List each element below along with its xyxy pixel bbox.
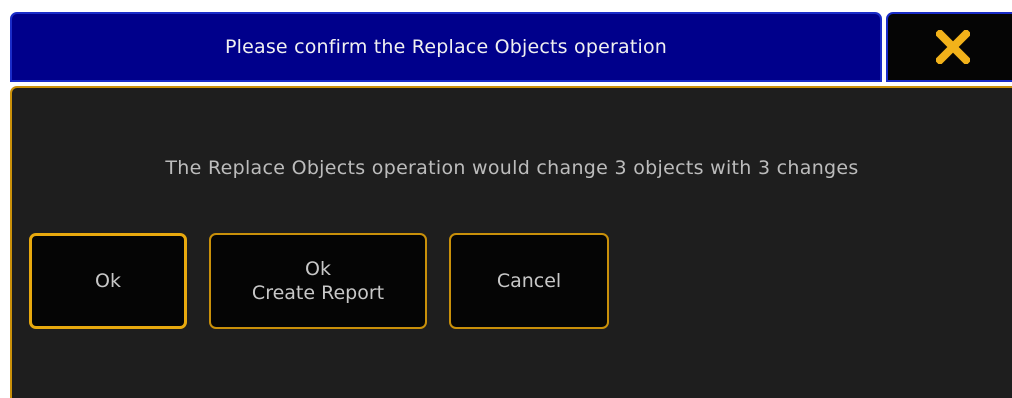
ok-create-report-button[interactable]: Ok Create Report xyxy=(209,233,427,329)
confirmation-message: The Replace Objects operation would chan… xyxy=(165,157,859,179)
close-button[interactable] xyxy=(886,12,1012,82)
close-icon xyxy=(936,30,970,64)
ok-create-report-label-line1: Ok xyxy=(305,258,331,280)
dialog-title-bar: Please confirm the Replace Objects opera… xyxy=(10,12,882,82)
ok-button[interactable]: Ok xyxy=(29,233,187,329)
ok-button-label: Ok xyxy=(95,270,121,292)
cancel-button[interactable]: Cancel xyxy=(449,233,609,329)
cancel-button-label: Cancel xyxy=(496,270,562,292)
dialog-body: The Replace Objects operation would chan… xyxy=(10,86,1012,398)
dialog-title: Please confirm the Replace Objects opera… xyxy=(224,36,668,58)
confirm-dialog: Please confirm the Replace Objects opera… xyxy=(0,0,1012,398)
ok-create-report-label-line2: Create Report xyxy=(251,282,385,304)
